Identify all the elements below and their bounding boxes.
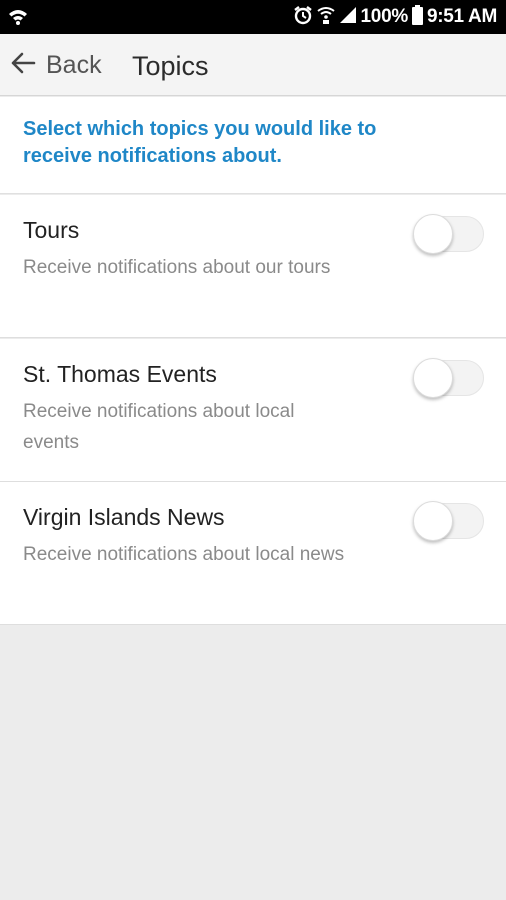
instructions-text: Select which topics you would like to re… [23, 118, 377, 167]
toggle-thumb [413, 358, 453, 398]
topic-description: Receive notifications about local news [23, 544, 345, 565]
clock: 9:51 AM [426, 6, 497, 27]
topic-row-tours: Tours Receive notifications about our to… [0, 195, 506, 338]
st-thomas-events-toggle[interactable] [413, 358, 484, 398]
toggle-thumb [413, 501, 453, 541]
topic-title: Virgin Islands News [23, 504, 225, 530]
battery-icon [411, 4, 423, 30]
topic-description: Receive notifications about our tours [23, 257, 331, 278]
back-button[interactable]: Back [10, 34, 102, 96]
wifi-icon [8, 7, 28, 27]
page-title: Topics [132, 51, 209, 81]
topic-description: Receive notifications about local events [23, 401, 295, 453]
virgin-islands-news-toggle[interactable] [413, 501, 484, 541]
topic-title: St. Thomas Events [23, 361, 217, 387]
status-bar: 100% 9:51 AM [0, 0, 506, 34]
arrow-left-icon [10, 51, 36, 80]
signal-icon [339, 6, 357, 29]
wifi-calling-icon [316, 5, 335, 30]
topic-title: Tours [23, 217, 80, 243]
toggle-thumb [413, 214, 453, 254]
topic-row-virgin-islands-news: Virgin Islands News Receive notification… [0, 482, 506, 625]
instructions-header: Select which topics you would like to re… [0, 97, 506, 194]
empty-area [0, 626, 506, 900]
app-bar: Back Topics [0, 34, 506, 96]
back-label: Back [46, 50, 102, 79]
battery-percent: 100% [360, 6, 409, 27]
topic-row-st-thomas-events: St. Thomas Events Receive notifications … [0, 339, 506, 482]
tours-toggle[interactable] [413, 214, 484, 254]
alarm-icon [293, 5, 313, 30]
